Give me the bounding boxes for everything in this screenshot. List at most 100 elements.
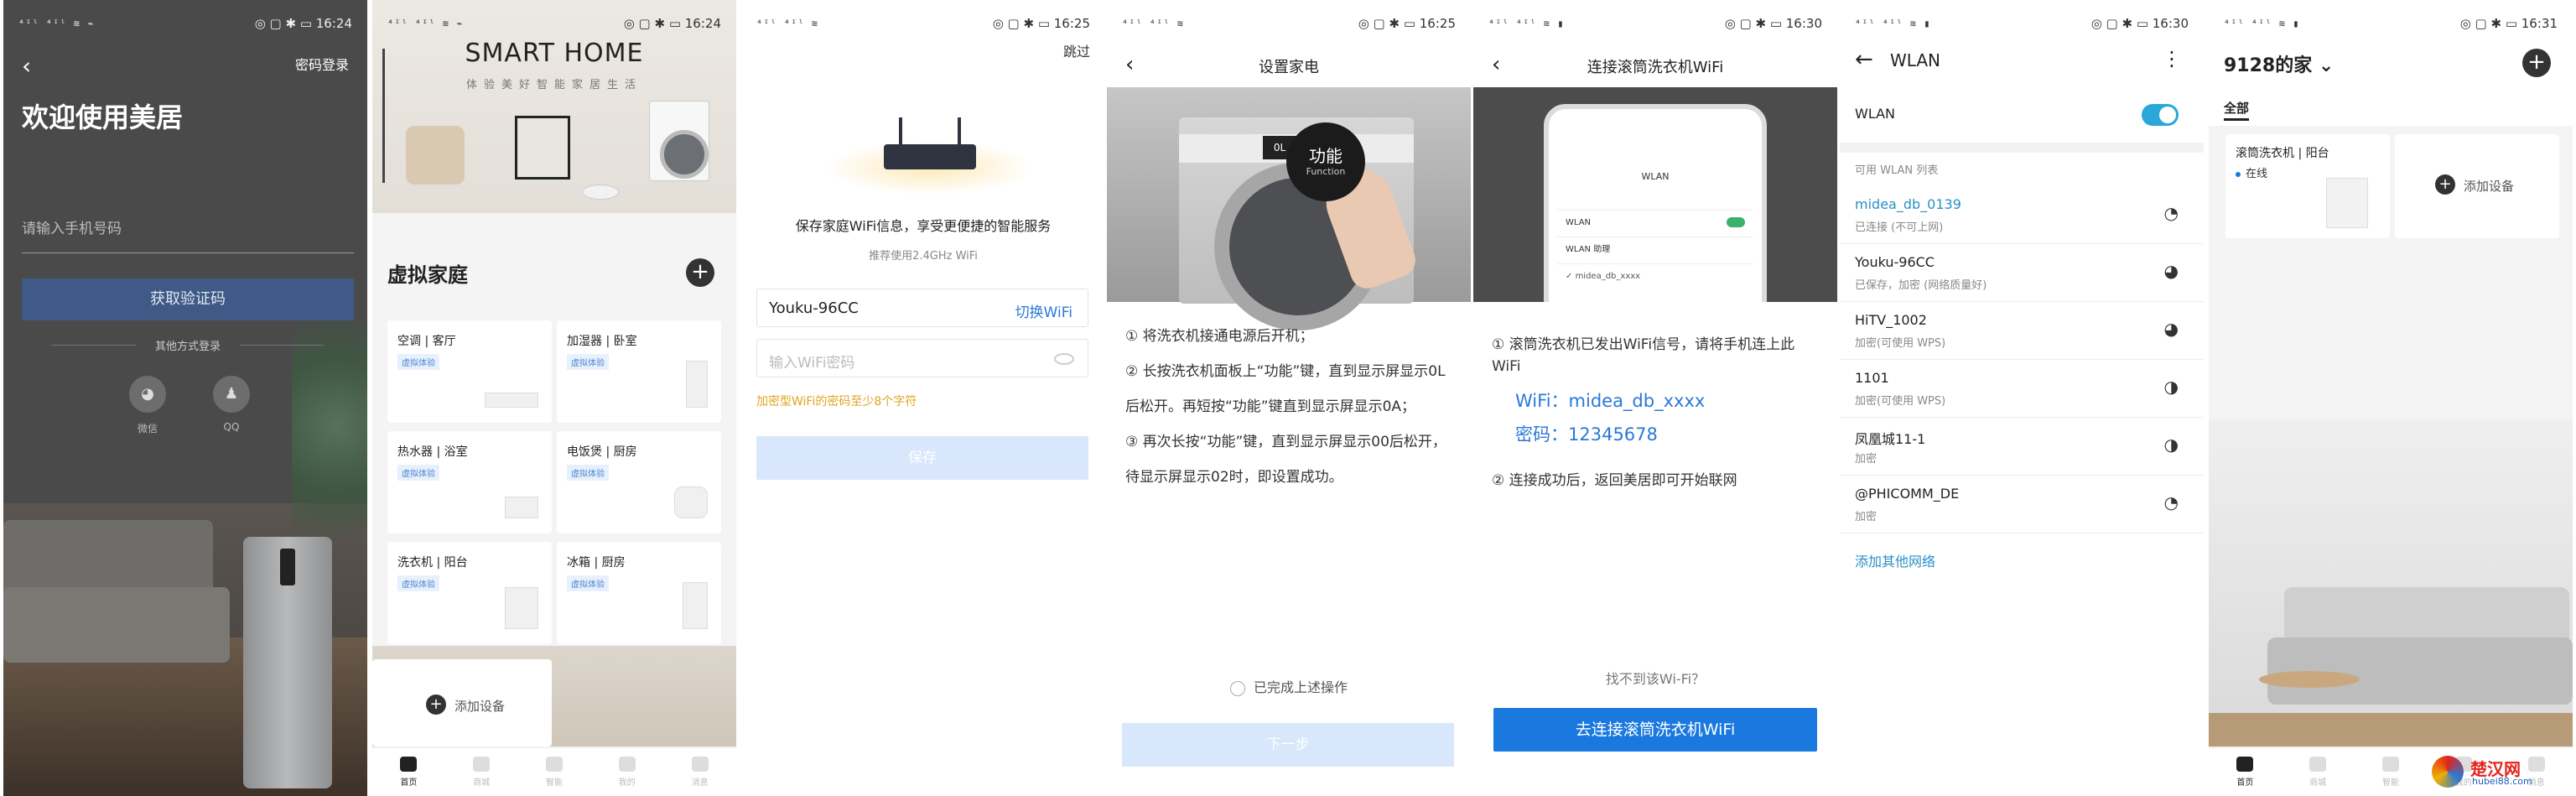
switch-wifi-link[interactable]: 切换WiFi xyxy=(1015,300,1072,321)
page-title: 设置家电 xyxy=(1259,59,1319,76)
signal-icon: ⁴ᴵˡ ⁴ᴵˡ ≋ xyxy=(1122,18,1185,29)
aircon-icon xyxy=(485,393,538,408)
function-label-en: Function xyxy=(1306,166,1346,177)
network-item[interactable]: @PHICOMM_DE 加密 ◔ xyxy=(1840,476,2204,533)
back-icon[interactable]: ‹ xyxy=(22,52,31,80)
water-heater-icon xyxy=(505,497,538,518)
device-card-washer[interactable]: 洗衣机 | 阳台 虚拟体验 xyxy=(387,542,552,644)
washer-icon xyxy=(505,587,538,629)
wlan-label: WLAN xyxy=(1855,106,1896,122)
virtual-tag: 虚拟体验 xyxy=(397,354,439,370)
wifi-password-input[interactable]: 输入WiFi密码 xyxy=(756,339,1088,377)
get-code-button[interactable]: 获取验证码 xyxy=(22,278,354,320)
network-name: Youku-96CC xyxy=(1855,254,1935,270)
qq-icon[interactable]: ♟ xyxy=(213,376,250,413)
network-name: midea_db_0139 xyxy=(1855,196,1961,212)
home-selector[interactable]: 9128的家 ⌄ xyxy=(2224,50,2334,77)
device-card-rice-cooker[interactable]: 电饭煲 | 厨房 虚拟体验 xyxy=(557,431,721,533)
phone-illustration-banner: WLAN WLAN WLAN 助理 ✓ midea_db_xxxx xyxy=(1473,87,1837,302)
device-card-water-heater[interactable]: 热水器 | 浴室 虚拟体验 xyxy=(387,431,552,533)
home-icon xyxy=(2236,757,2254,772)
tab-mall[interactable]: 商城 xyxy=(2309,757,2327,788)
wifi-not-found-link[interactable]: 找不到该Wi-Fi？ xyxy=(1473,668,1837,688)
device-card-fridge[interactable]: 冰箱 | 厨房 虚拟体验 xyxy=(557,542,721,644)
step-3: ③ 再次长按“功能”键，直到显示屏显示00后松开，待显示屏显示02时，即设置成功… xyxy=(1125,434,1446,486)
virtual-tag: 虚拟体验 xyxy=(567,354,609,370)
wechat-icon[interactable]: ◕ xyxy=(129,376,166,413)
tab-label: 商城 xyxy=(473,778,491,788)
phone-row-label: WLAN 助理 xyxy=(1566,245,1611,254)
network-item[interactable]: Youku-96CC 已保存，加密 (网络质量好) ◕ xyxy=(1840,244,2204,302)
eye-icon[interactable] xyxy=(1054,353,1074,365)
online-dot xyxy=(2236,171,2241,177)
status-bar-right: ◎ ▢ ✱ ▭ 16:25 xyxy=(992,16,1090,31)
device-card-aircon[interactable]: 空调 | 客厅 虚拟体验 xyxy=(387,320,552,423)
phone-row: WLAN 助理 xyxy=(1557,237,1753,262)
wifi-password: 密码：12345678 xyxy=(1515,424,1658,445)
phone-input[interactable]: 请输入手机号码 xyxy=(22,216,354,253)
password-login-link[interactable]: 密码登录 xyxy=(295,54,349,74)
network-item[interactable]: HiTV_1002 加密(可使用 WPS) ◕ xyxy=(1840,302,2204,360)
device-name: 冰箱 | 厨房 xyxy=(567,556,626,570)
add-icon[interactable]: + xyxy=(2522,49,2551,77)
network-item[interactable]: midea_db_0139 已连接 (不可上网) ◔ xyxy=(1840,186,2204,244)
tab-smart[interactable]: 智能 xyxy=(2381,757,2399,788)
add-device-card[interactable]: + 添加设备 xyxy=(2395,134,2559,238)
clock: 16:24 xyxy=(684,16,721,31)
more-icon[interactable]: ⋮ xyxy=(2162,47,2182,70)
wlan-toggle[interactable] xyxy=(2142,104,2179,126)
network-name: 凤凰城11-1 xyxy=(1855,431,1926,447)
phone-row: ✓ midea_db_xxxx xyxy=(1557,263,1753,289)
coffee-table-illustration xyxy=(2259,671,2360,688)
network-item[interactable]: 凤凰城11-1 加密 ◑ xyxy=(1840,418,2204,476)
signal-icon: ⁴ᴵˡ ⁴ᴵˡ ≋ ⌁ xyxy=(387,18,464,29)
add-device-label: 添加设备 xyxy=(2464,179,2515,194)
device-card-humidifier[interactable]: 加湿器 | 卧室 虚拟体验 xyxy=(557,320,721,423)
back-arrow-icon[interactable]: ← xyxy=(1855,47,1873,72)
clock: 16:25 xyxy=(1419,16,1456,31)
device-card-washer[interactable]: 滚筒洗衣机 | 阳台 在线 xyxy=(2225,134,2390,238)
antenna xyxy=(899,117,902,148)
tab-my[interactable]: 我的 xyxy=(618,757,636,788)
nav-bar: ‹ 连接滚筒洗衣机WiFi xyxy=(1473,47,1837,84)
device-name: 空调 | 客厅 xyxy=(397,335,456,348)
step-1: ① 滚筒洗衣机已发出WiFi信号，请将手机连上此WiFi xyxy=(1492,336,1795,375)
lamp-illustration xyxy=(382,49,385,183)
tab-smart[interactable]: 智能 xyxy=(545,757,563,788)
next-button[interactable]: 下一步 xyxy=(1122,723,1454,767)
phone-row-label: WLAN xyxy=(1566,218,1592,227)
add-other-network-link[interactable]: 添加其他网络 xyxy=(1855,550,1935,570)
tab-all[interactable]: 全部 xyxy=(2224,99,2250,121)
status-bar: ⁴ᴵˡ ⁴ᴵˡ ≋ ◎ ▢ ✱ ▭ 16:25 xyxy=(741,0,1105,47)
smart-icon xyxy=(545,757,563,772)
shop-icon xyxy=(2309,757,2327,772)
save-button[interactable]: 保存 xyxy=(756,436,1088,480)
tab-home[interactable]: 首页 xyxy=(400,757,418,788)
tab-mall[interactable]: 商城 xyxy=(473,757,491,788)
device-name: 热水器 | 浴室 xyxy=(397,445,468,459)
done-checkbox[interactable]: 已完成上述操作 xyxy=(1107,676,1471,696)
wifi-signal-icon: ◔ xyxy=(2163,203,2179,223)
tab-label: 商城 xyxy=(2309,778,2327,788)
tab-label: 我的 xyxy=(618,778,636,788)
add-device-card[interactable]: + 添加设备 xyxy=(372,659,552,747)
clock: 16:31 xyxy=(2521,16,2558,31)
tab-messages[interactable]: 消息 xyxy=(691,757,709,788)
add-icon[interactable]: + xyxy=(686,258,714,287)
ssid-field[interactable]: Youku-96CC 切换WiFi xyxy=(756,289,1088,327)
wifi-lock-icon: ◕ xyxy=(2163,319,2179,339)
network-item[interactable]: 1101 加密(可使用 WPS) ◑ xyxy=(1840,360,2204,418)
connect-washer-wifi-button[interactable]: 去连接滚筒洗衣机WiFi xyxy=(1493,708,1817,752)
tab-home[interactable]: 首页 xyxy=(2236,757,2254,788)
network-name: 1101 xyxy=(1855,370,1889,386)
connect-washer-wifi-screen: ⁴ᴵˡ ⁴ᴵˡ ≋ ▮ ◎ ▢ ✱ ▭ 16:30 ‹ 连接滚筒洗衣机WiFi … xyxy=(1473,0,1837,796)
add-device-label: 添加设备 xyxy=(454,699,506,714)
status-bar-right: ◎ ▢ ✱ ▭ 16:24 xyxy=(623,16,721,31)
network-status: 加密(可使用 WPS) xyxy=(1855,395,1946,408)
skip-link[interactable]: 跳过 xyxy=(1063,40,1090,60)
wifi-lock-icon: ◑ xyxy=(2163,434,2179,455)
wechat-label: 微信 xyxy=(137,423,158,434)
clock: 16:30 xyxy=(2152,16,2189,31)
screenshot-strip: ⁴ᴵˡ ⁴ᴵˡ ≋ ⌁ ◎ ▢ ✱ ▭ 16:24 ‹ 密码登录 欢迎使用美居 … xyxy=(0,0,2576,796)
sub-headline: 推荐使用2.4GHz WiFi xyxy=(869,250,978,263)
